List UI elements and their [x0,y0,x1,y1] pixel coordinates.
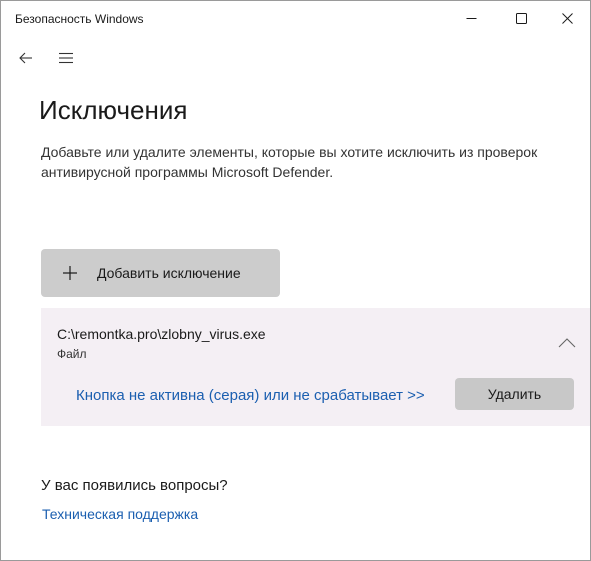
plus-icon [61,264,79,282]
title-bar: Безопасность Windows [1,1,590,35]
back-button[interactable] [13,47,39,69]
technical-support-link[interactable]: Техническая поддержка [42,506,198,522]
window-title: Безопасность Windows [15,12,144,26]
hamburger-menu-icon [59,52,73,64]
exclusion-item[interactable]: C:\remontka.pro\zlobny_virus.exe Файл Кн… [41,308,590,426]
exclusion-type: Файл [57,347,87,361]
inactive-button-help-link[interactable]: Кнопка не активна (серая) или не срабаты… [76,387,425,404]
maximize-button[interactable] [498,1,544,35]
page-description: Добавьте или удалите элементы, которые в… [41,144,538,180]
minimize-button[interactable] [448,1,494,35]
exclusion-path: C:\remontka.pro\zlobny_virus.exe [57,326,266,342]
add-exclusion-label: Добавить исключение [97,265,241,281]
app-window: Безопасность Windows Исключения Добавьте… [0,0,591,561]
page-title: Исключения [39,95,188,125]
back-arrow-icon [19,52,32,64]
chevron-up-icon[interactable] [556,336,578,350]
close-button[interactable] [544,1,590,35]
close-icon [561,12,573,24]
menu-button[interactable] [53,47,79,69]
minimize-icon [466,17,476,19]
delete-button[interactable]: Удалить [455,378,574,410]
questions-heading: У вас появились вопросы? [41,477,228,494]
maximize-icon [515,12,527,24]
add-exclusion-button[interactable]: Добавить исключение [41,249,280,297]
